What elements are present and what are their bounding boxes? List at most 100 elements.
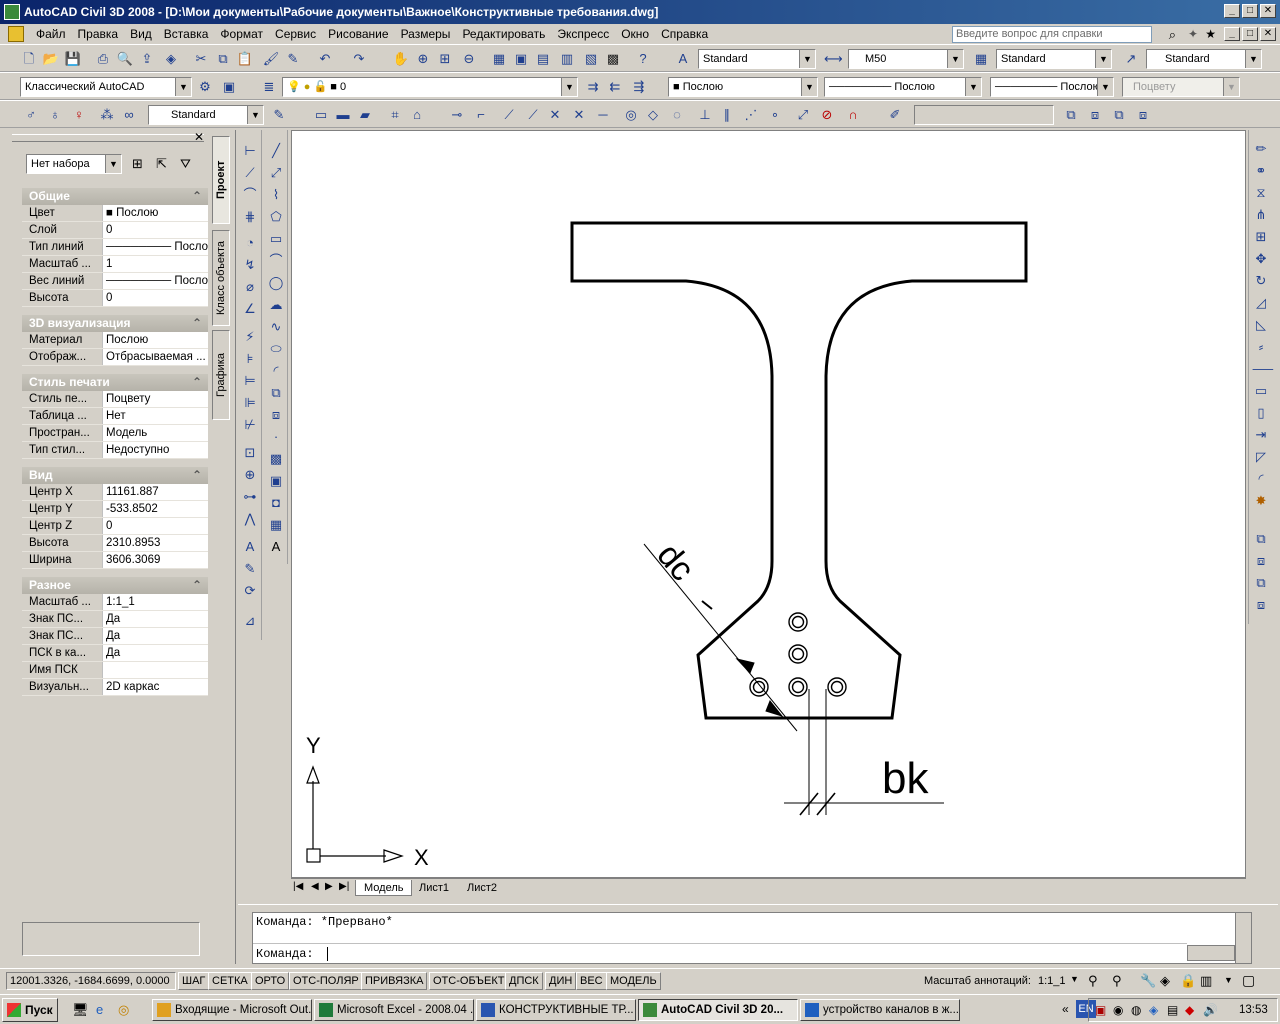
chamfer-icon[interactable]: ◸ <box>1252 448 1270 466</box>
tab-layout2[interactable]: Лист2 <box>459 880 505 896</box>
continue-icon[interactable]: ⊨ <box>241 372 259 390</box>
chevron-down-icon[interactable]: ▼ <box>105 155 121 173</box>
layer-state-icon[interactable]: ⇶ <box>630 78 648 96</box>
collapse-icon[interactable]: ⌃ <box>192 315 202 332</box>
line-icon[interactable]: ⟋ <box>500 106 518 124</box>
chevron-down-icon[interactable]: ▼ <box>1095 50 1111 68</box>
desktop-icon[interactable]: 🖥 <box>72 1002 89 1018</box>
spline-icon[interactable]: ∿ <box>267 318 285 336</box>
profile-icon[interactable]: ▬ <box>334 106 352 124</box>
section-header[interactable]: 3D визуализация ⌃ <box>22 315 208 332</box>
start-button[interactable]: Пуск <box>2 998 58 1022</box>
3d-dwf-icon[interactable]: ◈ <box>162 50 180 68</box>
markup-icon[interactable]: ▧ <box>582 50 600 68</box>
search-icon[interactable]: ⌕ <box>1169 27 1176 43</box>
color-select[interactable]: ■ Послою ▼ <box>668 77 818 97</box>
move-icon[interactable]: ✥ <box>1252 250 1270 268</box>
grid-toggle[interactable]: СЕТКА <box>208 972 252 990</box>
palette-grip[interactable] <box>12 134 204 142</box>
dim-update-icon[interactable]: ⟳ <box>241 582 259 600</box>
space-icon[interactable]: ⊫ <box>241 394 259 412</box>
array-icon[interactable]: ⊞ <box>1252 228 1270 246</box>
prop-val[interactable]: Отбрасываемая ... <box>102 349 208 365</box>
command-scrollbar[interactable] <box>1235 913 1251 963</box>
prop-row-layer[interactable]: Слой 0 <box>22 222 208 239</box>
menu-express[interactable]: Экспресс <box>551 27 615 41</box>
light-bulb-icon[interactable]: 💡 <box>287 81 301 93</box>
menu-modify[interactable]: Редактировать <box>456 27 551 41</box>
make-block-icon[interactable]: ⧈ <box>267 406 285 424</box>
menu-file[interactable]: Файл <box>30 27 72 41</box>
chevron-down-icon[interactable]: ▼ <box>1070 974 1079 984</box>
circle-icon[interactable]: ◯ <box>267 274 285 292</box>
rectangle-icon[interactable]: ▭ <box>267 230 285 248</box>
strand-circle[interactable] <box>827 677 847 697</box>
prop-row-visual-style[interactable]: Визуальн... 2D каркас <box>22 679 208 696</box>
collapse-icon[interactable]: ⌃ <box>192 577 202 594</box>
polyline-icon[interactable]: ⌇ <box>267 186 285 204</box>
ortho-toggle[interactable]: ОРТО <box>251 972 290 990</box>
section-header[interactable]: Разное ⌃ <box>22 577 208 594</box>
chevron-down-icon[interactable]: ▼ <box>1224 975 1233 985</box>
above-object-icon[interactable]: ⧈ <box>1252 596 1270 614</box>
insert-icon[interactable]: ∘ <box>766 106 784 124</box>
region-icon[interactable]: ◘ <box>267 494 285 512</box>
print-icon[interactable]: ⎙ <box>94 50 112 68</box>
menu-insert[interactable]: Вставка <box>158 27 215 41</box>
prop-row-center-z[interactable]: Центр Z0 <box>22 518 208 535</box>
redo-icon[interactable]: ↷ <box>350 50 368 68</box>
prop-val[interactable]: Модель <box>102 425 208 441</box>
block-editor-icon[interactable]: ✎ <box>284 50 302 68</box>
chevron-down-icon[interactable]: ▼ <box>1097 78 1113 96</box>
lock-icon[interactable]: 🔓 <box>313 81 327 93</box>
prop-row-ltscale[interactable]: Масштаб ... 1 <box>22 256 208 273</box>
collapse-icon[interactable]: ⌃ <box>192 467 202 484</box>
menu-draw[interactable]: Рисование <box>322 27 394 41</box>
prop-row-material[interactable]: Материал Послою <box>22 332 208 349</box>
design-center-icon[interactable]: ▣ <box>512 50 530 68</box>
prop-val[interactable]: -533.8502 <box>102 501 208 517</box>
chevron-down-icon[interactable]: ▼ <box>247 106 263 124</box>
zoom-previous-icon[interactable]: ⊖ <box>460 50 478 68</box>
layer-previous-icon[interactable]: ⇇ <box>606 78 624 96</box>
pipe-icon[interactable]: ⊸ <box>448 106 466 124</box>
annotation-visibility-icon[interactable]: ⚲ <box>1088 973 1098 989</box>
command-input-row[interactable]: Команда: <box>253 943 1187 963</box>
tray-save-icon[interactable]: ▣ <box>1095 1003 1106 1017</box>
auto-scale-icon[interactable]: ⚲ <box>1112 973 1122 989</box>
minimize-button[interactable]: _ <box>1224 4 1240 18</box>
zoom-realtime-icon[interactable]: ⊕ <box>414 50 432 68</box>
prop-val[interactable]: 0 <box>102 290 208 306</box>
chevron-down-icon[interactable]: ▼ <box>175 78 191 96</box>
tray-alert-icon[interactable]: ◉ <box>1113 1003 1123 1017</box>
make-current-layer-icon[interactable]: ⇉ <box>584 78 602 96</box>
point-icon[interactable]: · <box>267 428 285 446</box>
add-point-icon[interactable]: ♁ <box>46 106 64 124</box>
prop-row-center-x[interactable]: Центр X 11161.887 <box>22 484 208 501</box>
prop-val[interactable]: 3606.3069 <box>102 552 208 568</box>
lock-icon[interactable]: 🔒 <box>1180 973 1196 989</box>
model-toggle[interactable]: МОДЕЛЬ <box>606 972 661 990</box>
prop-row-thickness[interactable]: Высота 0 <box>22 290 208 307</box>
prop-val[interactable]: 1:1_1 <box>102 594 208 610</box>
beam-outline[interactable] <box>570 221 1028 720</box>
prop-row-ucs-per-viewport[interactable]: ПСК в ка... Да <box>22 645 208 662</box>
ellipse-arc-icon[interactable]: ◜ <box>267 362 285 380</box>
perpendicular-icon[interactable]: ⊥ <box>696 106 714 124</box>
prop-row-color[interactable]: Цвет ■ Послою <box>22 205 208 222</box>
section-header[interactable]: Вид ⌃ <box>22 467 208 484</box>
prop-val[interactable]: Нет <box>102 408 208 424</box>
gradient-icon[interactable]: ▣ <box>267 472 285 490</box>
arc-length-icon[interactable]: ⌒ <box>241 186 259 204</box>
tab-model[interactable]: Модель <box>355 880 413 896</box>
chevron-down-icon[interactable]: ▼ <box>1245 50 1261 68</box>
pan-icon[interactable]: ✋ <box>392 50 410 68</box>
mleader-style-icon[interactable]: ↗ <box>1122 50 1140 68</box>
palette-close-icon[interactable]: ✕ <box>194 130 204 144</box>
tab-layout1[interactable]: Лист1 <box>411 880 457 896</box>
table-style-icon[interactable]: ▦ <box>972 50 990 68</box>
collapse-icon[interactable]: ⌃ <box>192 374 202 391</box>
line-icon[interactable]: ╱ <box>267 142 285 160</box>
close-button[interactable]: ✕ <box>1260 4 1276 18</box>
doc-restore-button[interactable]: □ <box>1242 27 1258 41</box>
